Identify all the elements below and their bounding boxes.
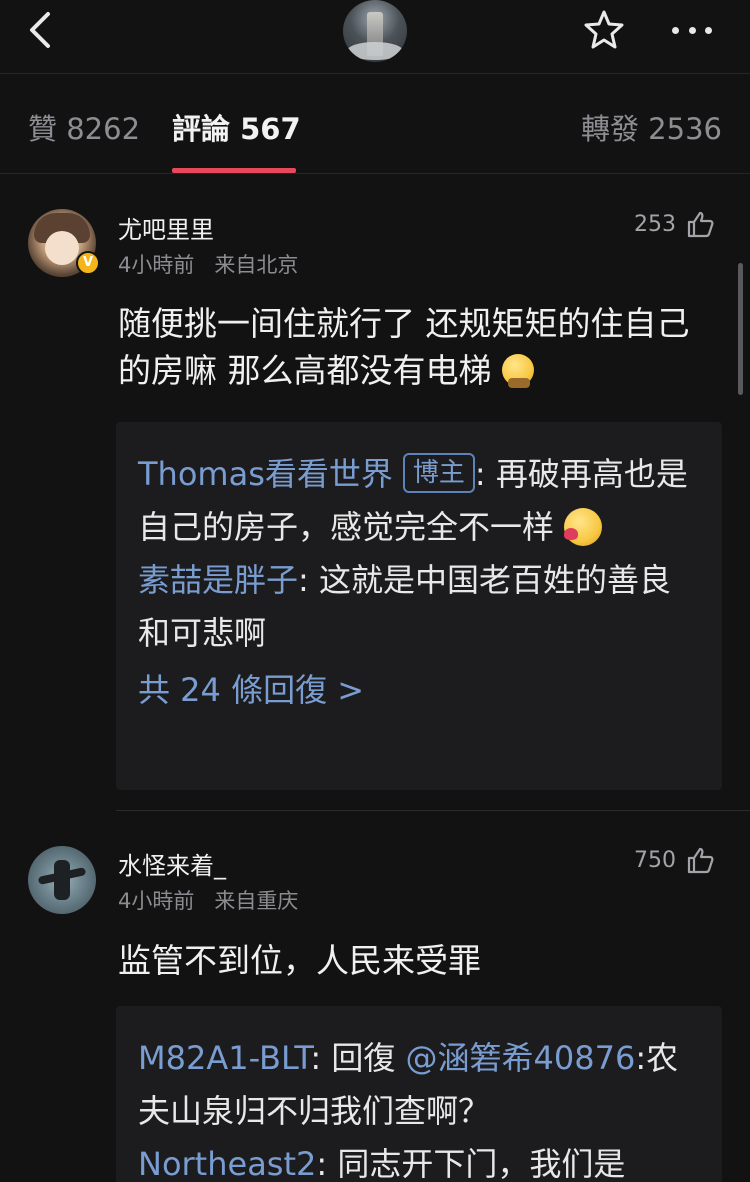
divider [116, 810, 750, 811]
reply-username[interactable]: Thomas看看世界 [138, 455, 393, 493]
comment-meta: 4小時前 来自北京 [118, 249, 298, 279]
reply-item: M82A1-BLT: 回復 @涵箬希40876:农夫山泉归不归我们查啊？ [138, 1032, 700, 1138]
chevron-left-icon [30, 12, 50, 48]
like-count: 253 [634, 211, 676, 237]
thumbs-up-icon [687, 211, 714, 238]
author-tag: 博主 [402, 453, 475, 493]
poster-avatar[interactable] [343, 0, 407, 62]
like-count: 750 [634, 847, 676, 873]
back-button[interactable] [22, 10, 62, 50]
sleepy-face-emoji-icon [502, 354, 534, 388]
active-tab-indicator [172, 168, 296, 173]
reply-username[interactable]: Northeast2 [138, 1145, 316, 1182]
tab-bar: 贊 8262 評論 567 轉發 2536 [0, 74, 750, 174]
thumbs-up-icon [687, 847, 714, 874]
like-button[interactable]: 253 [634, 210, 714, 238]
reply-item: Northeast2: 同志开下门，我们是 [138, 1138, 700, 1182]
comment-meta: 4小時前 来自重庆 [118, 885, 298, 915]
reply-username[interactable]: M82A1-BLT [138, 1039, 310, 1077]
comment-location: 来自北京 [214, 253, 299, 277]
comment-text: 随便挑一间住就行了 还规矩矩的住自己的房嘛 那么高都没有电梯 [118, 304, 690, 390]
reply-box[interactable]: Thomas看看世界 博主: 再破再高也是自己的房子，感觉完全不一样 素喆是胖子:… [116, 422, 722, 790]
reply-mention[interactable]: @涵箬希40876 [406, 1039, 636, 1077]
comment-time: 4小時前 [118, 889, 195, 913]
favorite-button[interactable] [582, 8, 626, 52]
scrollbar[interactable] [738, 263, 743, 395]
comment-username[interactable]: 尤吧里里 [118, 210, 214, 245]
like-button[interactable]: 750 [634, 846, 714, 874]
top-bar [0, 0, 750, 74]
reply-item: Thomas看看世界 博主: 再破再高也是自己的房子，感觉完全不一样 [138, 448, 700, 554]
comment-text: 监管不到位，人民来受罪 [118, 941, 481, 980]
more-dots-icon[interactable] [668, 14, 716, 46]
kissing-face-emoji-icon [564, 508, 603, 546]
tab-reposts[interactable]: 轉發 2536 [581, 106, 722, 148]
reply-text: : 同志开下门，我们是 [316, 1145, 626, 1182]
reply-item: 素喆是胖子: 这就是中国老百姓的善良和可悲啊 [138, 554, 700, 660]
tab-likes[interactable]: 贊 8262 [28, 106, 140, 148]
star-icon [584, 10, 624, 49]
tab-comments[interactable]: 評論 567 [172, 106, 301, 148]
comment-time: 4小時前 [118, 253, 195, 277]
reply-username[interactable]: 素喆是胖子 [138, 561, 298, 599]
reply-box[interactable]: M82A1-BLT: 回復 @涵箬希40876:农夫山泉归不归我们查啊？ Nor… [116, 1006, 722, 1182]
comment-location: 来自重庆 [214, 889, 299, 913]
more-replies-link[interactable]: 共 24 條回復 > [138, 664, 700, 717]
avatar[interactable] [28, 846, 96, 914]
verified-badge-icon: V [76, 251, 100, 275]
reply-prefix: : 回復 [310, 1039, 406, 1077]
comment-username[interactable]: 水怪来着_ [118, 846, 226, 881]
